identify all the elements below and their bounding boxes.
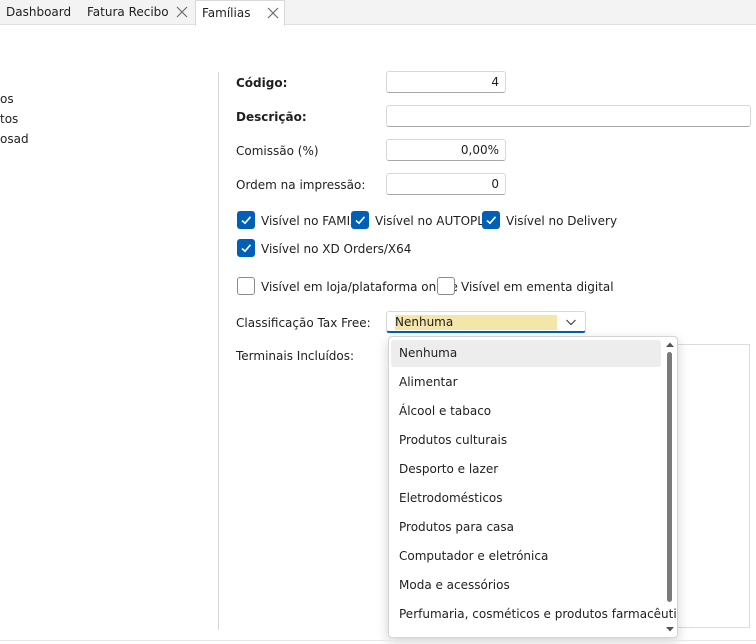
dropdown-option[interactable]: Eletrodomésticos	[391, 485, 661, 512]
visivel-xd-orders-label: Visível no XD Orders/X64	[261, 242, 412, 256]
status-divider	[0, 640, 756, 641]
visivel-ementa-digital-label: Visível em ementa digital	[461, 280, 614, 294]
close-icon[interactable]	[266, 1, 280, 26]
scroll-up-icon[interactable]	[665, 340, 675, 350]
taxfree-selected-value: Nenhuma	[395, 315, 557, 330]
visivel-ementa-digital-checkbox[interactable]	[437, 277, 455, 295]
dropdown-option[interactable]: Nenhuma	[391, 340, 661, 367]
tree-item[interactable]: os	[0, 92, 14, 106]
dropdown-option[interactable]: Perfumaria, cosméticos e produtos farmac…	[391, 601, 677, 628]
visivel-delivery-checkbox[interactable]	[482, 211, 500, 229]
dropdown-option[interactable]: Alimentar	[391, 369, 661, 396]
terminais-list[interactable]	[668, 344, 750, 628]
dropdown-option[interactable]: Produtos para casa	[391, 514, 661, 541]
ordem-label: Ordem na impressão:	[236, 178, 366, 192]
comissao-input[interactable]: 0,00%	[386, 139, 506, 161]
tab-dashboard[interactable]: Dashboard	[0, 0, 80, 25]
tree-item[interactable]: osad	[0, 132, 29, 146]
tab-familias[interactable]: Famílias	[195, 0, 285, 26]
dropdown-option[interactable]: Produtos culturais	[391, 427, 661, 454]
taxfree-dropdown[interactable]: Nenhuma Alimentar Álcool e tabaco Produt…	[388, 336, 678, 638]
comissao-label: Comissão (%)	[236, 144, 319, 158]
terminais-label: Terminais Incluídos:	[236, 349, 355, 363]
visivel-famix-checkbox[interactable]	[237, 211, 255, 229]
descricao-input[interactable]	[386, 105, 751, 127]
taxfree-select[interactable]: Nenhuma	[386, 311, 586, 333]
dropdown-option[interactable]: Álcool e tabaco	[391, 398, 661, 425]
checkmark-icon	[486, 216, 497, 225]
visivel-delivery-label: Visível no Delivery	[506, 214, 618, 228]
dropdown-option[interactable]: Moda e acessórios	[391, 572, 661, 599]
tab-label: Fatura Recibo	[87, 5, 169, 19]
visivel-loja-online-label: Visível em loja/plataforma online	[261, 280, 458, 294]
visivel-loja-online-checkbox[interactable]	[237, 277, 255, 295]
codigo-input[interactable]: 4	[386, 71, 506, 93]
tab-bar: Dashboard Fatura Recibo Famílias	[0, 0, 756, 26]
dropdown-option[interactable]: Computador e eletrónica	[391, 543, 661, 570]
ordem-input[interactable]: 0	[386, 173, 506, 195]
visivel-famix-label: Visível no FAMIX	[261, 214, 359, 228]
dropdown-option[interactable]: Desporto e lazer	[391, 456, 661, 483]
descricao-label: Descrição:	[236, 110, 307, 124]
tab-fatura-recibo[interactable]: Fatura Recibo	[81, 0, 194, 25]
scrollbar-thumb[interactable]	[667, 352, 672, 602]
codigo-label: Código:	[236, 76, 288, 90]
chevron-down-icon	[566, 319, 576, 326]
tab-label: Famílias	[202, 6, 251, 20]
tab-label: Dashboard	[6, 5, 72, 19]
tree-item[interactable]: tos	[0, 112, 18, 126]
visivel-autoplu-checkbox[interactable]	[351, 211, 369, 229]
panel-divider[interactable]	[218, 72, 219, 630]
checkmark-icon	[355, 216, 366, 225]
visivel-autoplu-label: Visível no AUTOPLU	[375, 214, 493, 228]
scroll-down-icon[interactable]	[665, 624, 675, 634]
checkmark-icon	[241, 244, 252, 253]
checkmark-icon	[241, 216, 252, 225]
dropdown-scrollbar[interactable]	[664, 337, 676, 637]
taxfree-label: Classificação Tax Free:	[236, 316, 371, 330]
close-icon[interactable]	[175, 0, 189, 25]
visivel-xd-orders-checkbox[interactable]	[237, 239, 255, 257]
